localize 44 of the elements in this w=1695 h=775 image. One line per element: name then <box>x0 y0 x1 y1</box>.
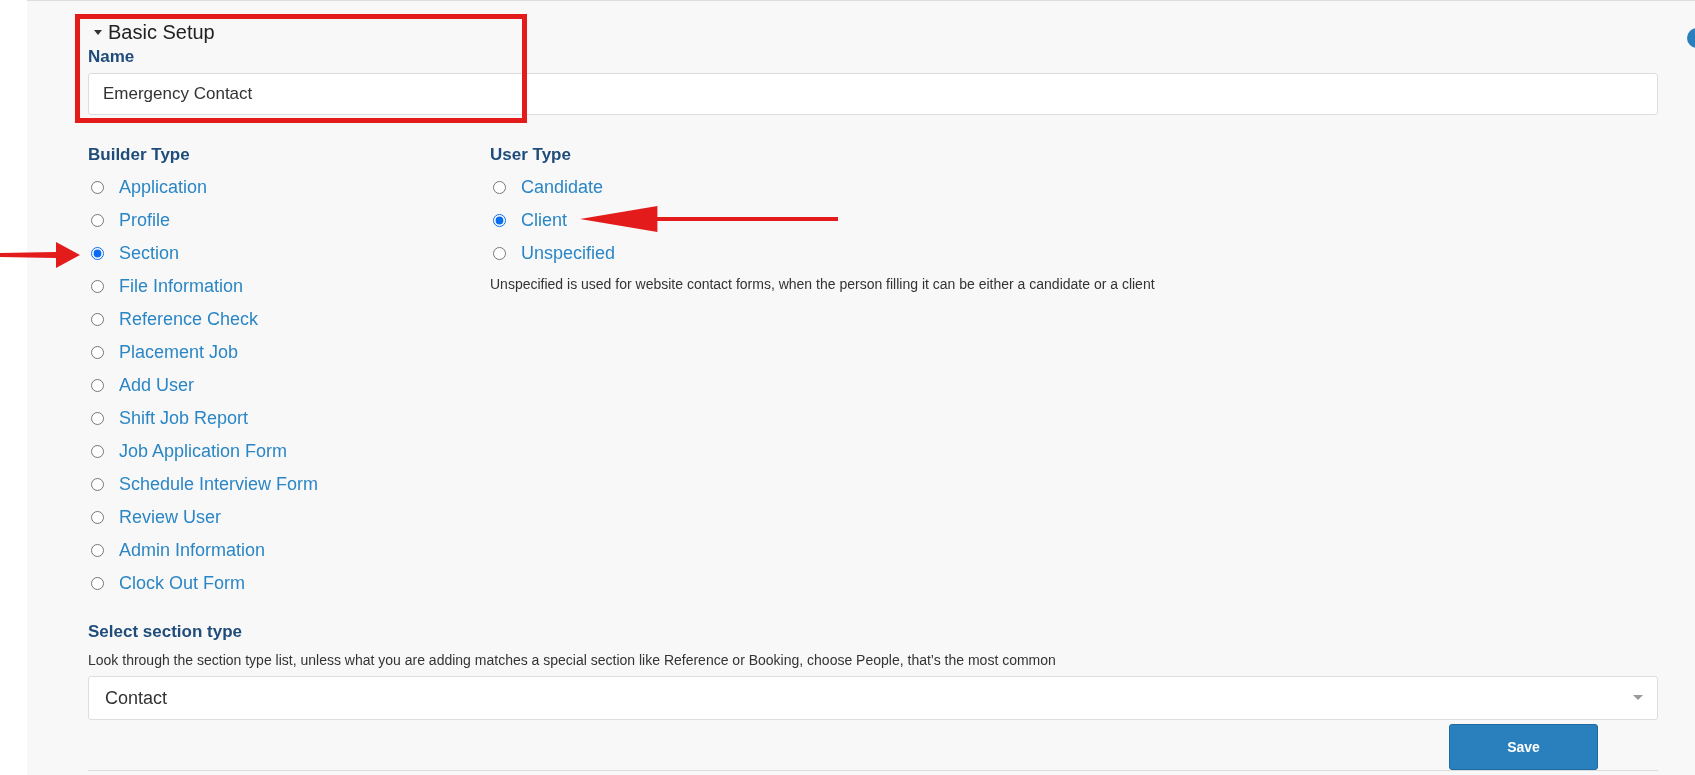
option-label[interactable]: Review User <box>119 507 222 528</box>
group-label: Builder Type <box>88 145 191 165</box>
option-label[interactable]: Job Application Form <box>119 441 288 462</box>
option-label[interactable]: Client <box>521 210 568 231</box>
group-label: User Type <box>490 145 572 165</box>
section-type-dropdown[interactable]: Contact <box>88 676 1658 720</box>
radio-button[interactable] <box>91 577 104 590</box>
radio-button[interactable] <box>91 379 104 392</box>
radio-button[interactable] <box>91 181 104 194</box>
radio-button[interactable] <box>91 511 104 524</box>
radio-button[interactable] <box>91 412 104 425</box>
option-label[interactable]: Unspecified <box>521 243 616 264</box>
option-label[interactable]: File Information <box>119 276 244 297</box>
radio-button[interactable] <box>91 478 104 491</box>
radio-button[interactable] <box>91 346 104 359</box>
caret-icon[interactable] <box>94 28 102 36</box>
option-label[interactable]: Profile <box>119 210 171 231</box>
radio-button[interactable] <box>91 280 104 293</box>
name-field[interactable]: Emergency Contact <box>88 73 1658 115</box>
option-label[interactable]: Clock Out Form <box>119 573 246 594</box>
section-title: Basic Setup <box>108 21 215 43</box>
help-text: Unspecified is used for website contact forms, when the person filling it can be either a candidate or a client <box>490 276 1155 292</box>
option-label[interactable]: Reference Check <box>119 309 259 330</box>
radio-button[interactable] <box>493 214 506 227</box>
radio-button[interactable] <box>493 181 506 194</box>
option-label[interactable]: Application <box>119 177 208 198</box>
field-label: Name <box>88 47 136 67</box>
option-label[interactable]: Schedule Interview Form <box>119 474 319 495</box>
caret-icon <box>1633 695 1643 701</box>
option-label[interactable]: Candidate <box>521 177 604 198</box>
radio-button[interactable] <box>91 313 104 326</box>
option-label[interactable]: Add User <box>119 375 195 396</box>
option-label[interactable]: Admin Information <box>119 540 266 561</box>
radio-button[interactable] <box>91 247 104 260</box>
radio-button[interactable] <box>493 247 506 260</box>
option-label[interactable]: Section <box>119 243 180 264</box>
save-button[interactable]: Save <box>1449 724 1598 770</box>
radio-button[interactable] <box>91 445 104 458</box>
field-label: Select section type <box>88 622 243 642</box>
option-label[interactable]: Placement Job <box>119 342 239 363</box>
radio-button[interactable] <box>91 544 104 557</box>
radio-button[interactable] <box>91 214 104 227</box>
option-label[interactable]: Shift Job Report <box>119 408 249 429</box>
help-text: Look through the section type list, unless what you are adding matches a special section like Reference or Booking, choose People, that’s the most common <box>88 652 1057 668</box>
